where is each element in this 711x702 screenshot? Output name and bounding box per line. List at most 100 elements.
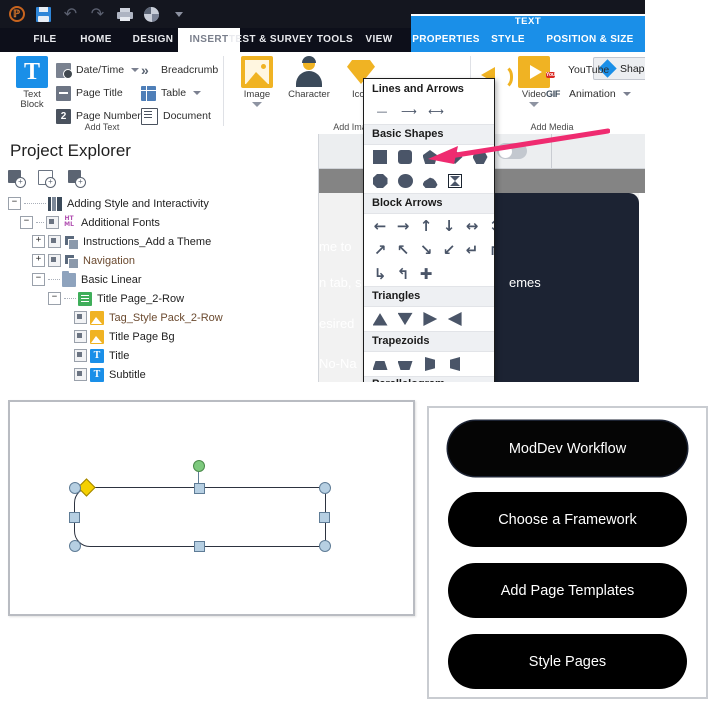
block-arrow-se-icon[interactable]: ↘ xyxy=(418,242,434,258)
shape-line-dropdown-menu[interactable]: Lines and Arrows — ⟶ ⟷ Basic Shapes Bloc… xyxy=(363,78,495,382)
character-button[interactable]: Character xyxy=(283,56,335,100)
tree-expander[interactable]: − xyxy=(32,273,45,286)
block-arrow-four-way-icon[interactable]: ✚ xyxy=(418,266,434,282)
tree-checkbox[interactable] xyxy=(46,216,59,229)
handle-bottom-center[interactable] xyxy=(194,541,205,552)
pill-button-add-page-templates[interactable]: Add Page Templates xyxy=(448,563,687,618)
table-menu-item[interactable]: Table xyxy=(141,83,201,103)
block-arrow-ne-icon[interactable]: ↗ xyxy=(372,242,388,258)
print-icon[interactable] xyxy=(116,6,133,23)
youtube-menu-item[interactable]: You YouTube xyxy=(546,60,609,80)
chevron-down-icon[interactable] xyxy=(623,92,631,96)
handle-top-right[interactable] xyxy=(319,482,331,494)
handle-middle-left[interactable] xyxy=(69,512,80,523)
tree-checkbox[interactable] xyxy=(74,349,87,362)
chevron-down-icon[interactable] xyxy=(529,102,539,107)
redo-icon[interactable]: ↷ xyxy=(89,6,106,23)
block-arrow-bend-1-icon[interactable]: ↵ xyxy=(464,242,480,258)
hexagon-shape-icon[interactable] xyxy=(472,149,488,165)
tree-item-additional-fonts[interactable]: − HTML Additional Fonts xyxy=(4,213,318,232)
preview-toggle[interactable] xyxy=(497,143,527,159)
new-page-button[interactable]: + xyxy=(8,170,26,188)
tree-item-basic-linear[interactable]: − Basic Linear xyxy=(4,270,318,289)
tree-item-title[interactable]: T Title xyxy=(4,346,318,365)
chevron-down-icon[interactable] xyxy=(193,91,201,95)
date-time-menu-item[interactable]: Date/Time xyxy=(56,60,139,80)
tree-item-instructions-add-a-theme[interactable]: + Instructions_Add a Theme xyxy=(4,232,318,251)
tree-expander[interactable]: − xyxy=(48,292,61,305)
tree-expander[interactable]: − xyxy=(8,197,21,210)
trapezoid-left-shape-icon[interactable] xyxy=(422,356,438,372)
qat-overflow-caret-icon[interactable] xyxy=(170,6,187,23)
app-logo-icon[interactable]: ℙ xyxy=(8,6,25,23)
trapezoid-down-shape-icon[interactable] xyxy=(397,356,413,372)
triangle-right-shape-icon[interactable] xyxy=(422,311,438,327)
tab-home[interactable]: HOME xyxy=(66,28,126,52)
block-arrow-bend-2-icon[interactable]: ↱ xyxy=(487,242,495,258)
tree-item-title-page-2-row[interactable]: − Title Page_2-Row xyxy=(4,289,318,308)
handle-top-left[interactable] xyxy=(69,482,81,494)
rounded-rectangle-shape[interactable] xyxy=(74,487,326,547)
block-arrow-left-icon[interactable]: ← xyxy=(372,218,388,234)
tree-item-adding-style-and-interactivity[interactable]: − Adding Style and Interactivity xyxy=(4,194,318,213)
block-arrow-bend-3-icon[interactable]: ↳ xyxy=(372,266,388,282)
block-arrow-up-down-icon[interactable]: ↕ xyxy=(487,218,495,234)
rotation-handle[interactable] xyxy=(193,460,205,472)
tab-file[interactable]: FILE xyxy=(18,28,72,52)
block-arrow-up-icon[interactable]: ↑ xyxy=(418,218,434,234)
tree-expander[interactable]: − xyxy=(20,216,33,229)
breadcrumb-menu-item[interactable]: » Breadcrumb xyxy=(141,60,218,80)
pentagon-shape-icon[interactable] xyxy=(422,149,438,165)
handle-middle-right[interactable] xyxy=(319,512,330,523)
tree-checkbox[interactable] xyxy=(48,235,61,248)
square-shape-icon[interactable] xyxy=(372,149,388,165)
triangle-up-shape-icon[interactable] xyxy=(372,311,388,327)
text-block-button[interactable]: T Text Block xyxy=(6,56,58,110)
triangle-left-shape-icon[interactable] xyxy=(447,311,463,327)
save-icon[interactable] xyxy=(35,6,52,23)
tree-item-tag-style-pack-2-row[interactable]: Tag_Style Pack_2-Row xyxy=(4,308,318,327)
tree-item-title-page-bg[interactable]: Title Page Bg xyxy=(4,327,318,346)
tree-checkbox[interactable] xyxy=(74,311,87,324)
tab-view[interactable]: VIEW xyxy=(354,28,404,52)
block-arrow-sw-icon[interactable]: ↙ xyxy=(441,242,457,258)
double-arrow-shape-icon[interactable]: ⟷ xyxy=(428,104,444,120)
trapezoid-up-shape-icon[interactable] xyxy=(372,356,388,372)
cloud-shape-icon[interactable] xyxy=(422,173,438,189)
publish-icon[interactable] xyxy=(143,6,160,23)
block-arrow-nw-icon[interactable]: ↖ xyxy=(395,242,411,258)
chevron-down-icon[interactable] xyxy=(252,102,262,107)
tab-design[interactable]: DESIGN xyxy=(120,28,186,52)
chevron-down-icon[interactable] xyxy=(131,68,139,72)
block-arrow-down-icon[interactable]: ↓ xyxy=(441,218,457,234)
undo-icon[interactable]: ↶ xyxy=(62,6,79,23)
tab-properties[interactable]: PROPERTIES xyxy=(411,28,481,52)
shape-canvas[interactable] xyxy=(8,400,415,616)
octagon-shape-icon[interactable] xyxy=(372,173,388,189)
tree-checkbox[interactable] xyxy=(74,330,87,343)
trapezoid-right-shape-icon[interactable] xyxy=(447,356,463,372)
pill-button-moddev-workflow[interactable]: ModDev Workflow xyxy=(448,421,687,476)
arrow-right-shape-icon[interactable]: ⟶ xyxy=(401,104,417,120)
tree-expander[interactable]: + xyxy=(32,254,45,267)
tab-style[interactable]: STYLE xyxy=(483,28,533,52)
line-shape-icon[interactable]: — xyxy=(374,104,390,120)
handle-bottom-right[interactable] xyxy=(319,540,331,552)
animation-menu-item[interactable]: GIF Animation xyxy=(546,84,631,104)
tree-checkbox[interactable] xyxy=(48,254,61,267)
handle-bottom-left[interactable] xyxy=(69,540,81,552)
circle-shape-icon[interactable] xyxy=(397,173,413,189)
diamond-shape-icon[interactable] xyxy=(447,149,463,165)
page-title-menu-item[interactable]: Page Title xyxy=(56,83,123,103)
image-button[interactable]: Image xyxy=(231,56,283,107)
tree-checkbox[interactable] xyxy=(74,368,87,381)
pill-button-style-pages[interactable]: Style Pages xyxy=(448,634,687,689)
rounded-square-shape-icon[interactable] xyxy=(397,149,413,165)
new-resource-button[interactable]: + xyxy=(68,170,86,188)
handle-top-center[interactable] xyxy=(194,483,205,494)
pill-button-choose-a-framework[interactable]: Choose a Framework xyxy=(448,492,687,547)
tab-position-size[interactable]: POSITION & SIZE xyxy=(535,28,645,52)
new-page-outline-button[interactable]: + xyxy=(38,170,56,188)
block-arrow-left-right-icon[interactable]: ↔ xyxy=(464,218,480,234)
block-arrow-bend-4-icon[interactable]: ↰ xyxy=(395,266,411,282)
